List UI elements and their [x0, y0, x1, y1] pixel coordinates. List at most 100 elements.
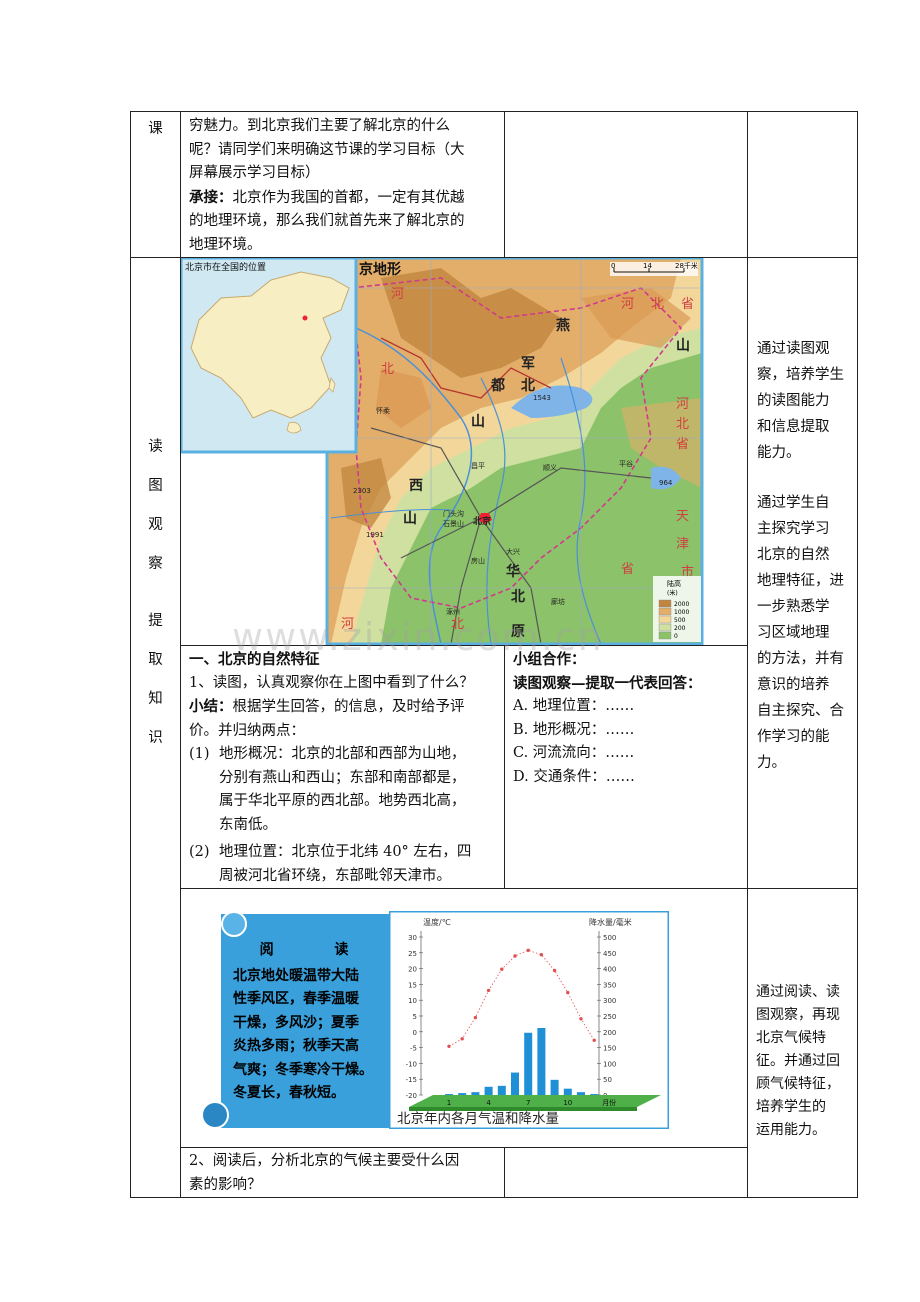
map-label-fangshan: 房山	[471, 556, 485, 565]
point-2-l2: 周被河北省环绕，东部毗邻天津市。	[219, 867, 451, 884]
precip-bar	[590, 1094, 599, 1095]
left-tick-label: 5	[413, 1013, 417, 1021]
map-label-bei-b: 北	[451, 617, 464, 632]
stage-label-read-map: 读 图 观 察 提 取 知 识	[148, 428, 164, 758]
goal3-l1: 通过阅读、读	[756, 984, 840, 1000]
transition-text-l1: 北京作为我国的首都，一定有其优越	[232, 189, 465, 206]
precip-bar	[511, 1072, 519, 1095]
temperature-point	[526, 948, 530, 952]
question-2-l2: 素的影响？	[189, 1176, 262, 1193]
left-tick-label: 20	[408, 966, 417, 974]
beijing-map: 北京市在全国的位置 京地形 0 14 28千米 河 北 河 北 省 河 北 省 …	[181, 258, 747, 645]
reading-l2: 性季风区，春季温暖	[233, 991, 359, 1007]
stage-cell-intro: 课	[130, 111, 181, 258]
map-label-he1b: 河	[676, 397, 689, 412]
map-label-he-r: 河	[621, 297, 634, 312]
goal3-l7: 运用能力。	[756, 1122, 826, 1138]
map-label-bei-l: 北	[381, 362, 394, 377]
group-subtitle: 读图观察—提取一代表回答：	[513, 674, 702, 692]
point-1-num: (1)	[189, 746, 210, 762]
legend-unit: (米)	[667, 589, 678, 597]
point-2-l1: 地理位置：北京位于北纬 40° 左右，四	[219, 844, 472, 860]
left-tick-label: -20	[406, 1092, 417, 1100]
precip-bar	[537, 1028, 546, 1095]
climate-cell: 阅 读 北京地处暖温带大陆 性季风区，春季温暖 干燥，多风沙；夏季 炎热多雨；秋…	[180, 888, 748, 1148]
x-tick-label: 1	[447, 1099, 451, 1107]
goal2-l10: 作学习的能	[757, 729, 830, 745]
goal1-l4: 和信息提取	[757, 419, 830, 435]
transition-label: 承接：	[189, 188, 233, 206]
row-map: 读 图 观 察 提 取 知 识 北京市在全国的位置 京地形 0 14 28千米 …	[130, 257, 858, 1198]
precip-bar	[524, 1032, 533, 1095]
left-tick-label: 25	[408, 950, 417, 958]
question-2-activity-cell	[504, 1147, 748, 1198]
intro-line-3: 屏幕展示学习目标）	[189, 165, 320, 181]
right-tick-label: 450	[603, 950, 616, 958]
goal2-l1: 通过学生自	[757, 495, 830, 511]
x-tick-label: 4	[486, 1099, 491, 1107]
row-climate: 阅 读 北京地处暖温带大陆 性季风区，春季温暖 干燥，多风沙；夏季 炎热多雨；秋…	[131, 888, 858, 1198]
map-label-peak1: 2303	[353, 487, 371, 495]
x-axis-label: 月份	[602, 1098, 616, 1107]
right-tick-label: 200	[603, 1029, 616, 1037]
transition-text-l3: 地理环境。	[189, 236, 262, 253]
map-label-yan: 燕	[556, 317, 570, 334]
scale-0: 0	[611, 262, 615, 270]
goal2-l6: 习区域地理	[757, 625, 830, 641]
stage-char-3: 观	[148, 517, 163, 533]
intro-content-cell: 穷魅力。到北京我们主要了解北京的什么 呢？请同学们来明确这节课的学习目标（大 屏…	[180, 111, 505, 258]
goal2-l4: 地理特征，进	[757, 573, 844, 589]
temperature-point	[486, 988, 491, 993]
map-label-jun: 军	[521, 356, 535, 372]
left-tick-label: 15	[408, 981, 417, 989]
temperature-point	[566, 990, 570, 995]
point-location: (2) 地理位置：北京位于北纬 40° 左右，四 周被河北省环绕，东部毗邻天津市…	[189, 841, 497, 888]
scroll-curl-bottom	[201, 1101, 229, 1129]
map-label-mentougou: 门头沟	[443, 509, 464, 518]
option-d: D. 交通条件：……	[513, 768, 635, 785]
map-label-he-b: 河	[341, 617, 354, 632]
stage-char-7: 知	[148, 691, 163, 707]
map-label-yuan: 原	[511, 624, 525, 640]
temperature-point	[447, 1044, 451, 1048]
map-label-langfang: 廊坊	[551, 597, 565, 606]
left-tick-label: 30	[408, 934, 417, 942]
intro-goal-cell	[747, 111, 858, 258]
x-tick-label: 7	[526, 1099, 530, 1107]
map-label-jin: 津	[676, 537, 689, 552]
goal3-l4: 征。并通过回	[756, 1053, 840, 1069]
summary-text-l1: 根据学生回答，的信息，及时给予评	[232, 699, 465, 715]
left-tick-label: -10	[406, 1060, 417, 1068]
goal2-l11: 力。	[757, 755, 786, 771]
stage-char-5: 提	[148, 613, 163, 629]
group-title: 小组合作：	[513, 651, 586, 668]
intro-activity-cell	[504, 111, 748, 258]
map-label-bei1: 北	[676, 417, 689, 432]
climate-figure: 阅 读 北京地处暖温带大陆 性季风区，春季温暖 干燥，多风沙；夏季 炎热多雨；秋…	[181, 889, 747, 1147]
intro-line-2: 呢？请同学们来明确这节课的学习目标（大	[189, 141, 465, 158]
features-cell: 一、北京的自然特征 1、读图，认真观察你在上图中看到了什么？ 小结：根据学生回答…	[180, 645, 505, 889]
map-label-hua: 华	[506, 563, 520, 580]
point-2-num: (2)	[189, 844, 210, 860]
goal2-l2: 主探究学习	[757, 521, 830, 537]
question-1: 1、读图，认真观察你在上图中看到了什么？	[189, 674, 474, 691]
option-a: A. 地理位置：……	[513, 698, 635, 714]
goal-text-climate: 通过阅读、读 图观察，再现 北京气候特 征。并通过回 顾气候特征， 培养学生的 …	[748, 889, 857, 1142]
map-label-tian: 天	[676, 509, 689, 524]
precip-bar	[445, 1094, 453, 1095]
chart-right-axis-label: 降水量/毫米	[589, 917, 632, 927]
transition-text-l2: 的地理环境，那么我们就首先来了解北京的	[189, 213, 465, 229]
map-label-peak2: 1991	[366, 531, 384, 539]
option-c: C. 河流流向：……	[513, 745, 635, 761]
legend-value: 0	[674, 633, 678, 640]
goal3-l6: 培养学生的	[756, 1099, 826, 1115]
precip-bar	[484, 1086, 493, 1095]
chart-left-axis-label: 温度/℃	[423, 917, 451, 927]
left-tick-label: 10	[408, 997, 417, 1005]
map-label-beijing: 北京	[473, 515, 491, 527]
features-content: 一、北京的自然特征 1、读图，认真观察你在上图中看到了什么？ 小结：根据学生回答…	[181, 646, 504, 888]
right-tick-label: 500	[603, 934, 616, 942]
stage-char-4: 察	[148, 556, 163, 572]
point-2-text: 地理位置：北京位于北纬 40° 左右，四 周被河北省环绕，东部毗邻天津市。	[219, 841, 471, 888]
option-b: B. 地形概况：……	[513, 721, 635, 738]
